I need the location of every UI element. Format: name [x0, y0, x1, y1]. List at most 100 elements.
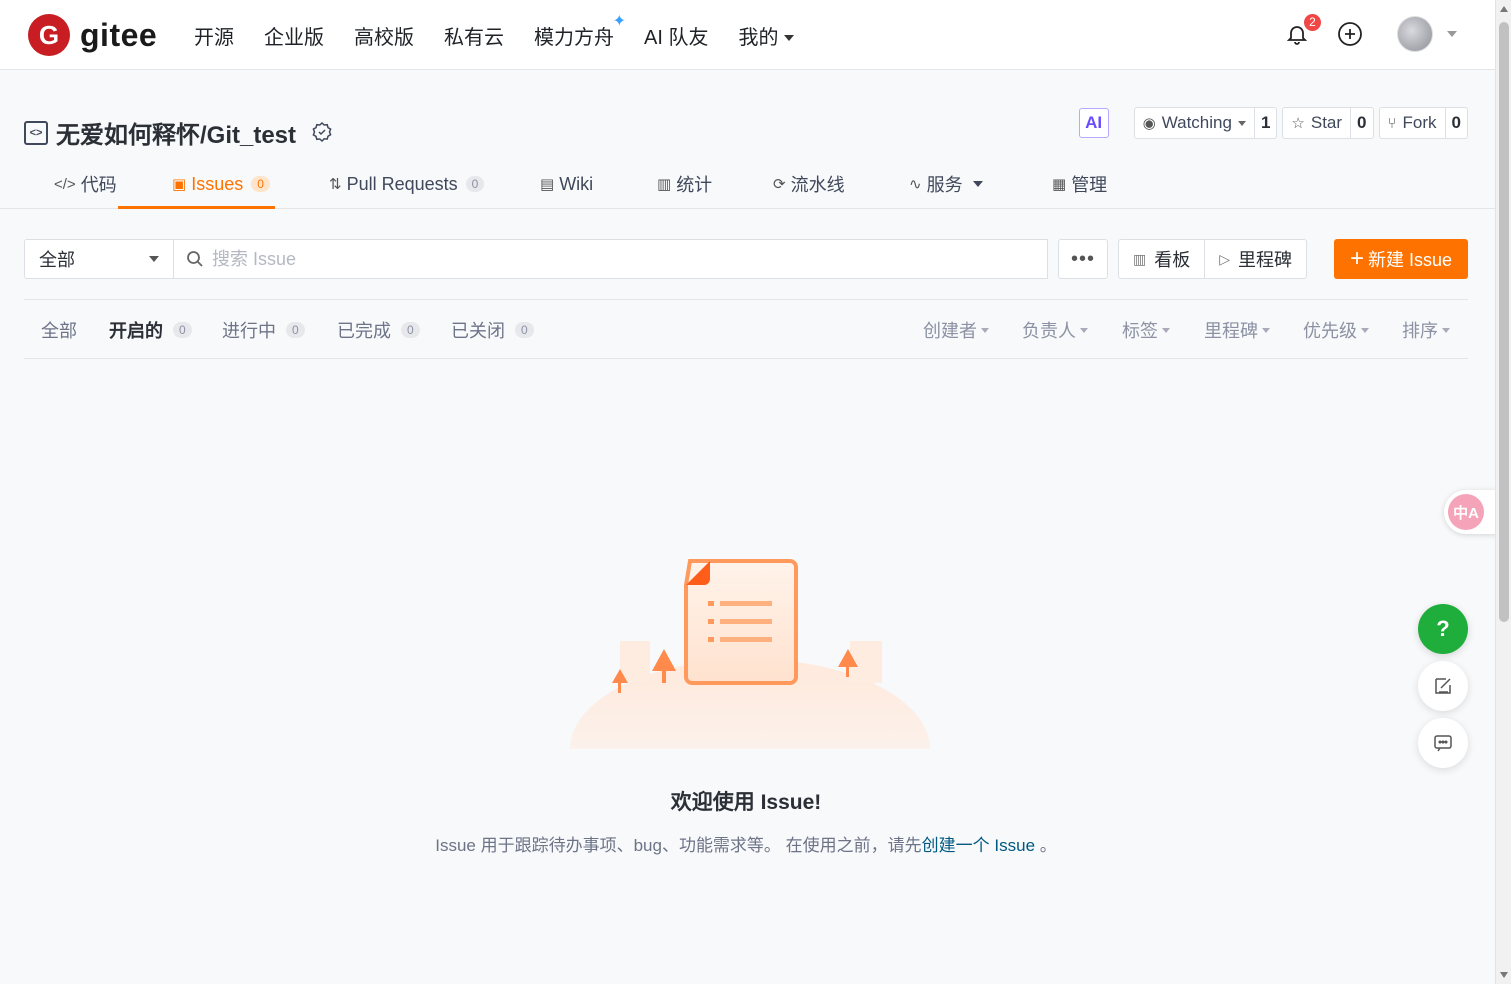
filter-sort[interactable]: 排序: [1402, 300, 1450, 360]
add-new-icon[interactable]: [1337, 21, 1363, 47]
status-open-count: 0: [173, 322, 192, 338]
watch-label: Watching: [1161, 113, 1232, 132]
chat-button[interactable]: [1418, 718, 1468, 768]
status-in-progress[interactable]: 进行中 0: [222, 300, 305, 360]
milestone-view-button[interactable]: ▷ 里程碑: [1204, 240, 1306, 278]
watch-count[interactable]: 1: [1255, 108, 1276, 138]
filter-milestone-label: 里程碑: [1204, 321, 1258, 341]
board-view-label: 看板: [1154, 250, 1191, 270]
project-header: <> 无爱如何释怀/Git_test AI ◉ Watching 1 ☆ Star …: [0, 71, 1495, 209]
issue-search-box: [173, 239, 1048, 279]
issue-status-bar: 全部 开启的 0 进行中 0 已完成 0 已关闭 0 创建者 负责人 标签 里程碑 优先…: [24, 299, 1468, 359]
issues-icon: ▣: [172, 176, 187, 193]
code-icon: </>: [54, 175, 76, 193]
active-tab-indicator: [118, 206, 275, 209]
status-in-progress-label: 进行中: [222, 321, 276, 341]
tab-code[interactable]: </> 代码: [54, 159, 117, 209]
eye-icon: ◉: [1142, 115, 1156, 132]
filter-author[interactable]: 创建者: [923, 300, 989, 360]
filter-label-label: 标签: [1122, 321, 1158, 341]
user-actions: 2: [1283, 14, 1457, 54]
nav-open-source[interactable]: 开源: [194, 21, 234, 50]
nav-private-cloud[interactable]: 私有云: [444, 21, 504, 50]
fork-icon: ⑂: [1387, 114, 1397, 132]
feedback-button[interactable]: [1418, 661, 1468, 711]
issue-search-input[interactable]: [212, 248, 1012, 270]
chevron-down-icon: [1442, 327, 1450, 333]
filter-label[interactable]: 标签: [1122, 300, 1170, 360]
status-all-label: 全部: [41, 321, 77, 341]
chevron-down-icon: [972, 181, 983, 187]
star-count[interactable]: 0: [1351, 108, 1372, 138]
status-done[interactable]: 已完成 0: [337, 300, 420, 360]
nav-moark-label: 模力方舟: [534, 26, 614, 49]
filter-sort-label: 排序: [1402, 321, 1438, 341]
status-closed[interactable]: 已关闭 0: [451, 300, 534, 360]
status-all[interactable]: 全部: [41, 300, 77, 360]
create-issue-link[interactable]: 创建一个 Issue: [922, 836, 1035, 855]
nav-education[interactable]: 高校版: [354, 21, 414, 50]
status-closed-count: 0: [515, 322, 534, 338]
tab-pull-requests-label: Pull Requests: [346, 173, 458, 194]
tab-stats[interactable]: ▥ 统计: [657, 159, 712, 209]
star-button[interactable]: ☆ Star: [1283, 108, 1352, 138]
filter-priority[interactable]: 优先级: [1303, 300, 1369, 360]
chevron-down-icon[interactable]: [1447, 31, 1457, 37]
chevron-down-icon: [981, 327, 989, 333]
tab-pull-requests-count: 0: [465, 176, 485, 192]
issue-toolbar: 全部 ••• ▥ 看板 ▷ 里程碑 + 新建 Issue: [24, 239, 1468, 279]
tab-pull-requests[interactable]: ⇅ Pull Requests 0: [329, 159, 485, 209]
gitee-logo-text: gitee: [80, 16, 158, 53]
notifications-button[interactable]: 2: [1283, 14, 1321, 54]
scroll-up-arrow-icon[interactable]: [1500, 6, 1508, 12]
nav-mine[interactable]: 我的: [738, 21, 795, 50]
gitee-logo[interactable]: G gitee: [28, 14, 157, 56]
new-issue-button[interactable]: + 新建 Issue: [1334, 239, 1468, 279]
empty-desc-suffix: 。: [1035, 836, 1057, 855]
watch-button-group: ◉ Watching 1: [1133, 107, 1278, 139]
tab-code-label: 代码: [80, 175, 117, 195]
project-name[interactable]: 无爱如何释怀/Git_test: [56, 115, 296, 150]
nav-moark[interactable]: 模力方舟 ✦: [534, 13, 626, 50]
tab-issues-count: 0: [251, 176, 270, 192]
tab-services[interactable]: ∿ 服务: [909, 159, 983, 209]
fork-button[interactable]: ⑂ Fork: [1380, 108, 1446, 138]
pulse-icon: ∿: [909, 176, 922, 193]
award-badge-icon[interactable]: [310, 121, 334, 145]
fork-count[interactable]: 0: [1446, 108, 1467, 138]
help-button[interactable]: ?: [1418, 604, 1468, 654]
watch-button[interactable]: ◉ Watching: [1135, 108, 1255, 138]
empty-state: 欢迎使用 Issue! Issue 用于跟踪待办事项、bug、功能需求等。 在使…: [24, 359, 1468, 984]
more-options-button[interactable]: •••: [1058, 239, 1108, 279]
page-scrollbar[interactable]: [1495, 0, 1511, 984]
nav-enterprise[interactable]: 企业版: [264, 21, 324, 50]
tab-pipeline[interactable]: ⟳ 流水线: [773, 159, 845, 209]
tab-manage[interactable]: ▦ 管理: [1052, 159, 1107, 209]
main-nav: 开源 企业版 高校版 私有云 模力方舟 ✦ AI 队友 我的: [194, 0, 824, 70]
scroll-down-arrow-icon[interactable]: [1500, 972, 1508, 978]
tab-services-label: 服务: [926, 175, 963, 195]
filter-priority-label: 优先级: [1303, 321, 1357, 341]
nav-ai-teammate[interactable]: AI 队友: [644, 21, 708, 50]
status-open[interactable]: 开启的 0: [109, 300, 192, 360]
avatar[interactable]: [1397, 16, 1433, 52]
chart-icon: ▥: [657, 176, 672, 193]
new-issue-label: 新建 Issue: [1367, 250, 1453, 270]
chevron-down-icon: [149, 256, 159, 262]
board-view-button[interactable]: ▥ 看板: [1119, 240, 1204, 278]
ai-button[interactable]: AI: [1078, 108, 1109, 138]
pipeline-icon: ⟳: [773, 176, 786, 193]
chevron-down-icon: [1361, 327, 1369, 333]
project-actions: AI ◉ Watching 1 ☆ Star 0 ⑂ Fork 0: [1078, 107, 1468, 139]
scrollbar-thumb[interactable]: [1499, 22, 1509, 622]
filter-assignee[interactable]: 负责人: [1022, 300, 1088, 360]
empty-state-title: 欢迎使用 Issue!: [670, 791, 822, 814]
filter-milestone[interactable]: 里程碑: [1204, 300, 1270, 360]
scope-filter-select[interactable]: 全部: [24, 239, 174, 279]
tab-issues[interactable]: ▣ Issues 0: [172, 159, 270, 209]
pull-request-icon: ⇅: [329, 176, 342, 193]
wiki-icon: ▤: [540, 176, 555, 193]
tab-wiki[interactable]: ▤ Wiki: [540, 159, 593, 209]
top-navbar: G gitee 开源 企业版 高校版 私有云 模力方舟 ✦ AI 队友 我的 2: [0, 0, 1495, 70]
tab-issues-label: Issues: [191, 173, 244, 194]
